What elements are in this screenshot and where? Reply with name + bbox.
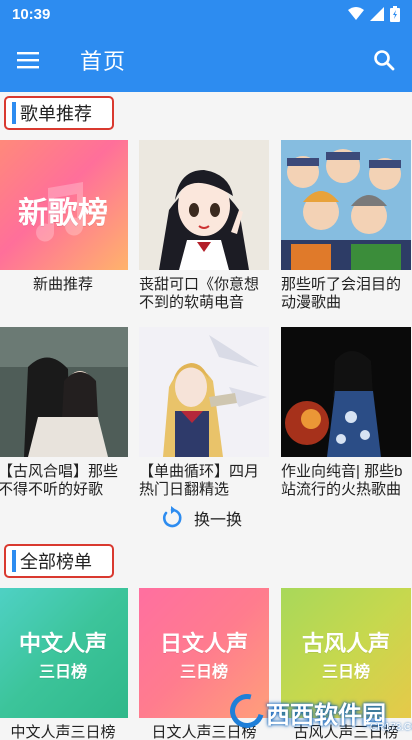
tile-text: 古风人声 — [301, 631, 390, 656]
section-title: 歌单推荐 — [20, 104, 92, 124]
section-accent-bar — [12, 102, 16, 124]
status-time: 10:39 — [12, 5, 51, 23]
playlist-caption: 那些听了会泪目的动漫歌曲 — [281, 276, 402, 311]
tile-subtext: 三日榜 — [321, 664, 370, 681]
watermark: 西西软件园 CR173.COM — [223, 687, 412, 735]
app-bar: 首页 — [0, 28, 412, 92]
playlist-card[interactable]: 丧甜可口《你意想不到的软萌电音 — [139, 140, 269, 312]
wifi-icon — [348, 7, 364, 20]
search-icon — [374, 50, 395, 71]
violet-anime-image — [139, 327, 269, 457]
refresh-button[interactable]: 换一换 — [160, 504, 270, 532]
ancient-couple-image — [0, 327, 128, 457]
watermark-g-icon — [223, 687, 271, 735]
hamburger-icon — [17, 52, 39, 69]
playlist-caption: 作业向纯音| 那些b站流行的火热歌曲 — [281, 463, 403, 498]
section-header-ranking: 全部榜单 — [4, 544, 114, 578]
watermark-subtext: CR173.COM — [370, 722, 412, 733]
playlist-cover: 新歌榜 — [0, 140, 128, 270]
playlist-caption: 丧甜可口《你意想不到的软萌电音 — [139, 276, 260, 311]
playlist-cover — [139, 327, 269, 457]
search-button[interactable] — [356, 32, 412, 88]
section-title: 全部榜单 — [20, 552, 92, 572]
section-header-recommend: 歌单推荐 — [4, 96, 114, 130]
playlist-caption: 【古风合唱】那些不得不听的好歌 — [0, 463, 119, 498]
tile-text: 日文人声 — [159, 631, 248, 656]
status-bar: 10:39 — [0, 0, 412, 28]
signal-icon — [370, 7, 384, 21]
playlist-card[interactable]: 那些听了会泪目的动漫歌曲 — [281, 140, 411, 312]
playlist-cover — [0, 327, 128, 457]
playlist-cover — [281, 327, 411, 457]
playlist-cover — [139, 140, 269, 270]
anime-group-image — [281, 140, 411, 270]
playlist-caption: 新曲推荐 — [32, 276, 93, 293]
tile-text: 新歌榜 — [18, 197, 108, 230]
tile-text: 中文人声 — [18, 631, 107, 656]
ranking-card[interactable]: 中文人声 三日榜 中文人声三日榜 — [0, 588, 128, 740]
battery-icon — [390, 6, 400, 22]
page-title: 首页 — [80, 49, 127, 74]
ranking-cover: 中文人声 三日榜 — [0, 588, 128, 718]
refresh-icon — [162, 506, 182, 528]
status-icons — [348, 6, 400, 22]
anime-girl-image — [139, 140, 269, 270]
playlist-card[interactable]: 作业向纯音| 那些b站流行的火热歌曲 — [281, 327, 411, 499]
refresh-label: 换一换 — [194, 512, 243, 529]
playlist-caption: 【单曲循环】四月热门日翻精选 — [139, 463, 260, 498]
ranking-caption: 中文人声三日榜 — [10, 724, 116, 740]
tile-subtext: 三日榜 — [38, 664, 87, 681]
playlist-cover — [281, 140, 411, 270]
playlist-card[interactable]: 【单曲循环】四月热门日翻精选 — [139, 327, 269, 499]
playlist-card[interactable]: 【古风合唱】那些不得不听的好歌 — [0, 327, 128, 499]
tile-subtext: 三日榜 — [179, 664, 228, 681]
fireworks-girl-image — [281, 327, 411, 457]
section-accent-bar — [12, 550, 16, 572]
playlist-card[interactable]: 新歌榜 新曲推荐 — [0, 140, 128, 294]
watermark-logo-text: 西西软件园 — [266, 701, 386, 729]
menu-button[interactable] — [0, 32, 56, 88]
